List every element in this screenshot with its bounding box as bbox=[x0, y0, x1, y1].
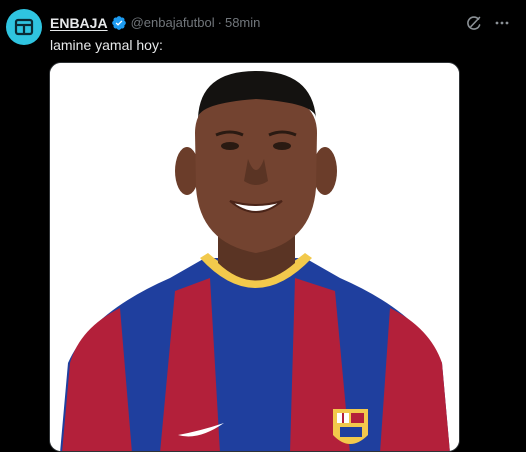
avatar[interactable] bbox=[6, 9, 42, 45]
grok-icon bbox=[467, 16, 481, 30]
post-actions bbox=[464, 13, 512, 33]
enbaja-logo-icon bbox=[14, 18, 34, 36]
post-image[interactable] bbox=[49, 62, 460, 452]
user-handle[interactable]: @enbajafutbol bbox=[131, 14, 215, 32]
timestamp[interactable]: 58min bbox=[225, 14, 260, 32]
more-options-button[interactable] bbox=[492, 13, 512, 33]
verified-badge-icon bbox=[111, 16, 126, 30]
post-text: lamine yamal hoy: bbox=[50, 37, 163, 53]
post: ENBAJA @enbajafutbol · 58min lamine yama… bbox=[0, 0, 526, 452]
more-options-icon bbox=[495, 21, 509, 25]
club-crest-icon bbox=[333, 409, 368, 444]
grok-button[interactable] bbox=[464, 13, 484, 33]
separator-dot: · bbox=[217, 15, 222, 30]
player-photo bbox=[50, 63, 459, 451]
display-name[interactable]: ENBAJA bbox=[50, 14, 108, 32]
post-header: ENBAJA @enbajafutbol · 58min bbox=[50, 14, 260, 32]
